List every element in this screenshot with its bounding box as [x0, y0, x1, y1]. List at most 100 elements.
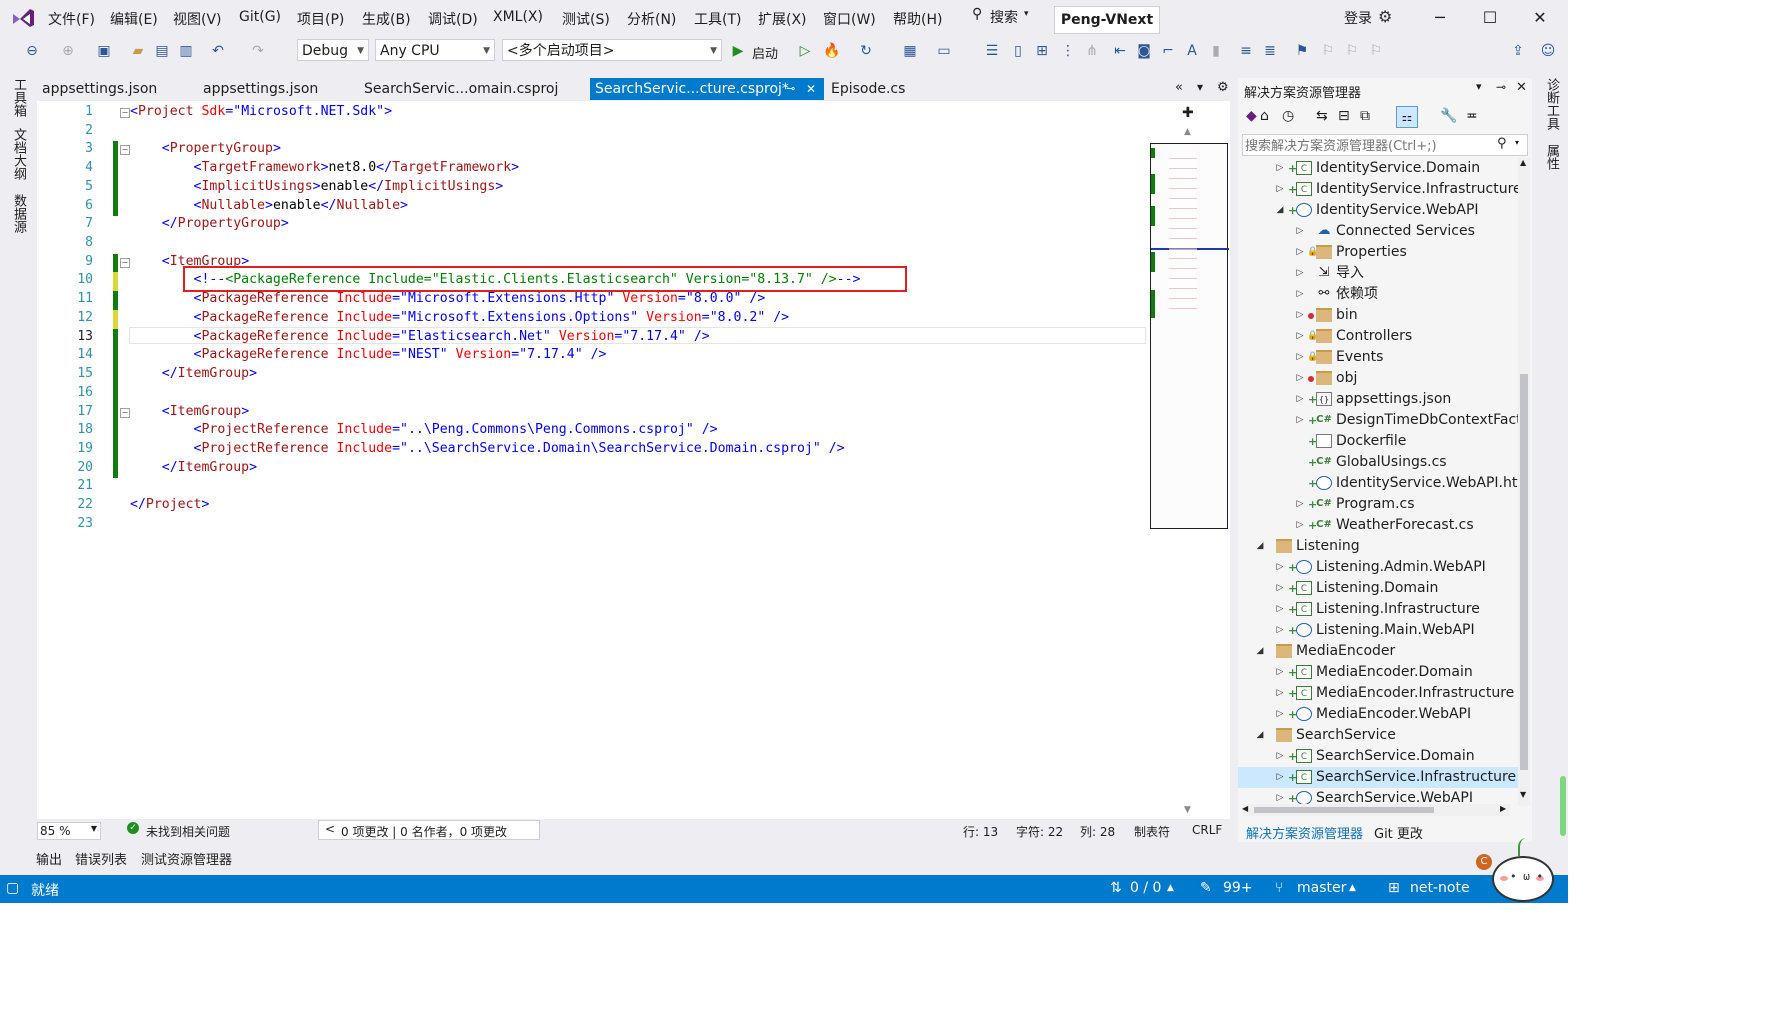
tab-settings-gear-icon[interactable]: ⚙ — [1217, 80, 1229, 95]
scroll-up-icon[interactable]: ▲ — [1184, 127, 1191, 137]
expand-arrow-icon[interactable]: ▷ — [1294, 494, 1306, 515]
save-icon[interactable]: ▤ — [152, 41, 172, 61]
expand-arrow-icon[interactable]: ▷ — [1294, 515, 1306, 536]
tree-item[interactable]: ▷ + Listening.Admin.WebAPI — [1238, 557, 1518, 578]
collapse-arrow-icon[interactable]: ◢ — [1254, 725, 1266, 746]
navigate-back-icon[interactable]: ⊖ — [22, 41, 42, 61]
scroll-down-icon[interactable]: ▼ — [1520, 790, 1526, 799]
tree-item[interactable]: ▷ + C IdentityService.Infrastructure — [1238, 179, 1518, 200]
tree-item[interactable]: ▷ ⚯ 依赖项 — [1238, 284, 1518, 305]
code-line[interactable]: <TargetFramework>net8.0</TargetFramework… — [130, 160, 520, 175]
expand-arrow-icon[interactable]: ▷ — [1274, 557, 1286, 578]
git-changes-tab[interactable]: Git 更改 — [1374, 823, 1423, 842]
doc-tab-searchservice-domain[interactable]: SearchServic...omain.csproj — [359, 78, 587, 100]
code-line[interactable]: </ItemGroup> — [130, 366, 257, 381]
align-left-icon[interactable]: ≡ — [1236, 41, 1256, 61]
home-icon[interactable]: ⌂ — [1260, 108, 1269, 124]
minimize-button[interactable]: ─ — [1428, 6, 1452, 30]
expand-arrow-icon[interactable]: ▷ — [1294, 284, 1306, 305]
tree-item[interactable]: ▷ bin — [1238, 305, 1518, 326]
bookmark-next-icon[interactable]: ⚐ — [1342, 41, 1362, 61]
sync-active-icon[interactable]: ⇆ — [1316, 108, 1328, 124]
expand-arrow-icon[interactable]: ▷ — [1274, 179, 1286, 200]
expand-arrow-icon[interactable]: ▷ — [1274, 620, 1286, 641]
code-line[interactable]: </ItemGroup> — [130, 460, 257, 475]
tree-vertical-scrollbar[interactable]: ▲ ▼ — [1518, 158, 1530, 806]
expand-arrow-icon[interactable]: ▷ — [1274, 767, 1286, 788]
close-window-button[interactable]: ✕ — [1528, 6, 1552, 30]
tree-item[interactable]: ▷ + C SearchService.Domain — [1238, 746, 1518, 767]
tree-item[interactable]: + IdentityService.WebAPI.http — [1238, 473, 1518, 494]
tree-item[interactable]: ▷ + C SearchService.Infrastructure — [1238, 767, 1518, 788]
code-line[interactable]: <Nullable>enable</Nullable> — [130, 198, 408, 213]
close-tab-icon[interactable]: ✕ — [806, 78, 816, 100]
startup-project-select[interactable]: <多个启动项目> ▼ — [502, 39, 722, 61]
start-debugging-icon[interactable]: ▶ — [728, 41, 748, 61]
redo-icon[interactable]: ↷ — [248, 41, 268, 61]
fold-toggle-icon[interactable]: − — [120, 407, 130, 418]
document-icon[interactable]: ▯ — [1008, 41, 1028, 61]
code-changes-indicator[interactable]: < 0 项更改 | 0 名作者，0 项更改 — [318, 820, 540, 840]
test-explorer-tab[interactable]: 测试资源管理器 — [141, 849, 232, 868]
collapse-arrow-icon[interactable]: ◢ — [1274, 200, 1286, 221]
hierarchy-icon[interactable]: ⊞ — [1032, 41, 1052, 61]
code-line[interactable]: <Project Sdk="Microsoft.NET.Sdk"> — [130, 104, 392, 119]
fold-toggle-icon[interactable]: − — [120, 108, 130, 118]
code-line[interactable]: <ImplicitUsings>enable</ImplicitUsings> — [130, 179, 504, 194]
menu-item[interactable]: 分析(N) — [627, 9, 676, 29]
menu-item[interactable]: XML(X) — [493, 9, 543, 25]
code-line[interactable]: </Project> — [130, 497, 209, 512]
tree-item[interactable]: ▷ +{} appsettings.json — [1238, 389, 1518, 410]
tree-item[interactable]: ▷ + C MediaEncoder.Domain — [1238, 662, 1518, 683]
menu-item[interactable]: 文件(F) — [48, 9, 95, 29]
tab-dropdown-icon[interactable]: ▾ — [1197, 80, 1203, 94]
expand-arrow-icon[interactable]: ▷ — [1274, 683, 1286, 704]
solution-explorer-tab[interactable]: 解决方案资源管理器 — [1246, 823, 1363, 842]
tree-item[interactable]: + C# GlobalUsings.cs — [1238, 452, 1518, 473]
properties-tab[interactable]: 属性 — [1542, 144, 1561, 170]
pending-changes-filter-icon[interactable]: ◷ — [1282, 108, 1294, 124]
start-without-debugging-icon[interactable]: ▷ — [795, 41, 815, 61]
solution-search-input[interactable] — [1243, 135, 1497, 157]
chevron-down-icon[interactable]: ▾ — [1515, 138, 1519, 147]
pin-panel-icon[interactable]: ⊸ — [1496, 80, 1506, 94]
scroll-thumb[interactable] — [1254, 807, 1434, 813]
close-panel-icon[interactable]: ✕ — [1516, 80, 1527, 95]
new-project-icon[interactable]: ▣ — [94, 41, 114, 61]
char-indicator[interactable]: 字符: 22 — [1016, 823, 1063, 840]
scroll-left-icon[interactable]: ◀ — [1242, 804, 1248, 813]
tabs-indicator[interactable]: 制表符 — [1134, 823, 1170, 840]
code-line[interactable]: <ProjectReference Include="..\SearchServ… — [130, 441, 845, 456]
font-case-icon[interactable]: A — [1182, 41, 1202, 61]
tree-icon[interactable]: ⋔ — [1082, 41, 1102, 61]
expand-arrow-icon[interactable]: ▷ — [1294, 347, 1306, 368]
doc-tab-appsettings-1[interactable]: appsettings.json — [37, 78, 192, 100]
account-settings-icon[interactable]: ⚙ — [1378, 7, 1392, 26]
tree-item[interactable]: ▷ + C# DesignTimeDbContextFactc — [1238, 410, 1518, 431]
panel-dropdown-icon[interactable]: ▾ — [1476, 80, 1482, 93]
feedback-icon[interactable]: ☺ — [1538, 41, 1558, 61]
menu-item[interactable]: 视图(V) — [173, 9, 222, 29]
tree-item[interactable]: ▷ 🔒 Events — [1238, 347, 1518, 368]
tree-item[interactable]: ▷ 🔒 Controllers — [1238, 326, 1518, 347]
error-list-tab[interactable]: 错误列表 — [75, 849, 127, 868]
tree-item[interactable]: ▷ + C Listening.Infrastructure — [1238, 599, 1518, 620]
scroll-right-icon[interactable]: ▶ — [1500, 804, 1506, 813]
menu-item[interactable]: 帮助(H) — [893, 9, 942, 29]
sync-status[interactable]: 0 / 0 — [1130, 880, 1161, 896]
menu-item[interactable]: 测试(S) — [562, 9, 610, 29]
column-indicator[interactable]: 列: 28 — [1080, 823, 1115, 840]
bookmark-clear-icon[interactable]: ⚐ — [1366, 41, 1386, 61]
bookmark-icon[interactable]: ⚑ — [1292, 41, 1312, 61]
list-icon[interactable]: ☰ — [982, 41, 1002, 61]
expand-arrow-icon[interactable]: ▷ — [1274, 158, 1286, 179]
scrollbar-minimap[interactable]: ✚ ▲ ▼ — [1148, 101, 1230, 819]
structure-icon[interactable]: ⋮ — [1058, 41, 1078, 61]
tree-item[interactable]: ◢ Listening — [1238, 536, 1518, 557]
format-icon[interactable]: ▮ — [1206, 41, 1226, 61]
expand-arrow-icon[interactable]: ▷ — [1294, 263, 1306, 284]
solution-search-box[interactable]: ⚲ ▾ — [1242, 134, 1528, 157]
expand-arrow-icon[interactable]: ▷ — [1274, 599, 1286, 620]
visual-studio-logo-icon[interactable] — [10, 6, 36, 30]
branch-name[interactable]: master — [1297, 880, 1346, 896]
